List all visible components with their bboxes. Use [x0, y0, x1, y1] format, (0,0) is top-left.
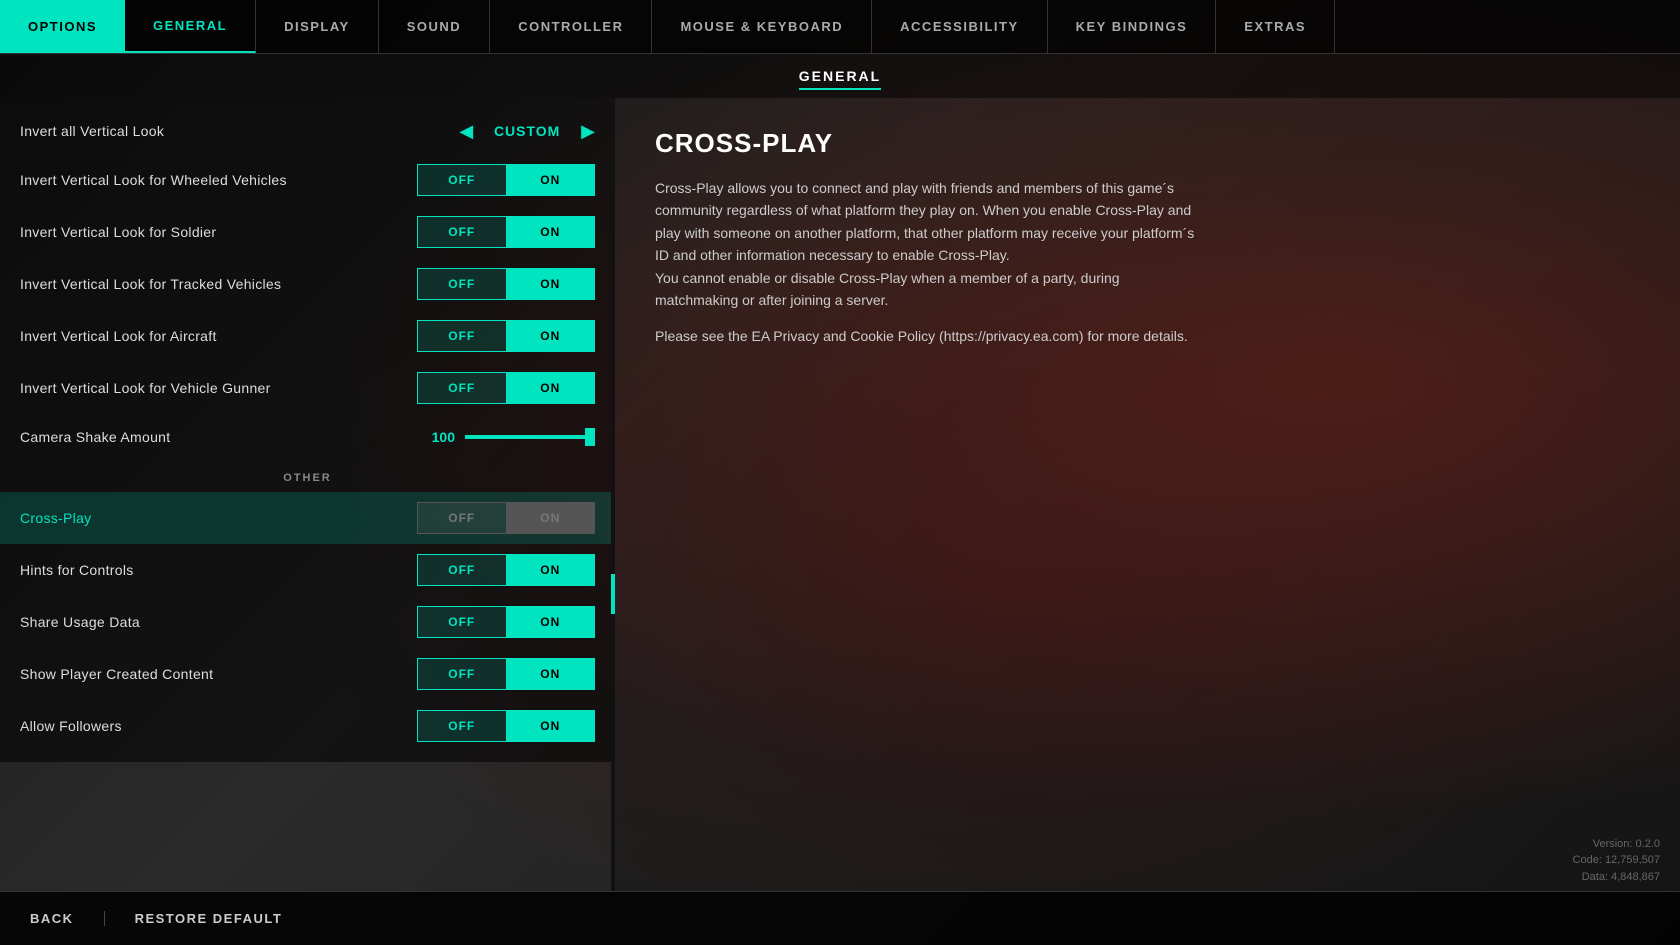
usage-on[interactable]: ON	[507, 607, 595, 637]
tab-options[interactable]: OPTIONS	[0, 0, 125, 53]
version-info: Version: 0.2.0 Code: 12,759,507 Data: 4,…	[1573, 836, 1660, 886]
back-button[interactable]: BACK	[30, 911, 105, 926]
invert-all-row[interactable]: Invert all Vertical Look ◀ CUSTOM ▶	[0, 108, 615, 154]
followers-off[interactable]: OFF	[418, 711, 507, 741]
content-label: Show Player Created Content	[20, 666, 213, 682]
settings-panel: Invert all Vertical Look ◀ CUSTOM ▶ Inve…	[0, 98, 615, 762]
usage-toggle[interactable]: OFF ON	[417, 606, 595, 638]
content-on[interactable]: ON	[507, 659, 595, 689]
setting-row-crossplay[interactable]: Cross-Play OFF ON	[0, 492, 615, 544]
followers-on[interactable]: ON	[507, 711, 595, 741]
other-section-divider: OTHER	[0, 460, 615, 492]
tracked-toggle[interactable]: OFF ON	[417, 268, 595, 300]
slider-fill	[465, 435, 595, 439]
aircraft-on[interactable]: ON	[507, 321, 595, 351]
slider-thumb[interactable]	[585, 428, 595, 446]
tab-display[interactable]: DISPLAY	[256, 0, 379, 53]
restore-default-button[interactable]: RESTORE DEFAULT	[135, 911, 313, 926]
setting-row-tracked[interactable]: Invert Vertical Look for Tracked Vehicle…	[0, 258, 615, 310]
wheeled-off[interactable]: OFF	[418, 165, 507, 195]
tab-controller[interactable]: CONTROLLER	[490, 0, 652, 53]
content-off[interactable]: OFF	[418, 659, 507, 689]
setting-row-wheeled[interactable]: Invert Vertical Look for Wheeled Vehicle…	[0, 154, 615, 206]
soldier-off[interactable]: OFF	[418, 217, 507, 247]
wheeled-label: Invert Vertical Look for Wheeled Vehicle…	[20, 172, 287, 188]
custom-selector: ◀ CUSTOM ▶	[459, 121, 595, 142]
followers-label: Allow Followers	[20, 718, 122, 734]
info-text: Cross-Play allows you to connect and pla…	[655, 177, 1195, 348]
camera-shake-row[interactable]: Camera Shake Amount 100	[0, 414, 615, 460]
content-toggle[interactable]: OFF ON	[417, 658, 595, 690]
tab-sound[interactable]: SOUND	[379, 0, 490, 53]
scroll-thumb	[611, 574, 615, 614]
tracked-on[interactable]: ON	[507, 269, 595, 299]
custom-value: CUSTOM	[487, 123, 567, 139]
aircraft-toggle[interactable]: OFF ON	[417, 320, 595, 352]
info-paragraph-2: Please see the EA Privacy and Cookie Pol…	[655, 325, 1195, 347]
camera-shake-label: Camera Shake Amount	[20, 429, 170, 445]
hints-label: Hints for Controls	[20, 562, 134, 578]
setting-row-soldier[interactable]: Invert Vertical Look for Soldier OFF ON	[0, 206, 615, 258]
setting-row-usage[interactable]: Share Usage Data OFF ON	[0, 596, 615, 648]
hints-on[interactable]: ON	[507, 555, 595, 585]
tab-general[interactable]: GENERAL	[125, 0, 256, 53]
scroll-indicator	[611, 98, 615, 891]
version-line3: Data: 4,848,867	[1573, 869, 1660, 886]
crossplay-toggle[interactable]: OFF ON	[417, 502, 595, 534]
aircraft-off[interactable]: OFF	[418, 321, 507, 351]
hints-off[interactable]: OFF	[418, 555, 507, 585]
tracked-label: Invert Vertical Look for Tracked Vehicle…	[20, 276, 281, 292]
hints-toggle[interactable]: OFF ON	[417, 554, 595, 586]
info-title: CROSS-PLAY	[655, 128, 1640, 159]
usage-label: Share Usage Data	[20, 614, 140, 630]
gunner-on[interactable]: ON	[507, 373, 595, 403]
gunner-off[interactable]: OFF	[418, 373, 507, 403]
gunner-label: Invert Vertical Look for Vehicle Gunner	[20, 380, 271, 396]
soldier-label: Invert Vertical Look for Soldier	[20, 224, 216, 240]
top-navigation: OPTIONS GENERAL DISPLAY SOUND CONTROLLER…	[0, 0, 1680, 54]
setting-row-gunner[interactable]: Invert Vertical Look for Vehicle Gunner …	[0, 362, 615, 414]
crossplay-on[interactable]: ON	[507, 503, 595, 533]
version-line1: Version: 0.2.0	[1573, 836, 1660, 853]
main-layout: Invert all Vertical Look ◀ CUSTOM ▶ Inve…	[0, 98, 1680, 891]
setting-row-hints[interactable]: Hints for Controls OFF ON	[0, 544, 615, 596]
aircraft-label: Invert Vertical Look for Aircraft	[20, 328, 217, 344]
version-line2: Code: 12,759,507	[1573, 852, 1660, 869]
wheeled-toggle[interactable]: OFF ON	[417, 164, 595, 196]
left-panel-wrapper: Invert all Vertical Look ◀ CUSTOM ▶ Inve…	[0, 98, 615, 891]
crossplay-label: Cross-Play	[20, 510, 91, 526]
setting-row-content[interactable]: Show Player Created Content OFF ON	[0, 648, 615, 700]
tab-extras[interactable]: EXTRAS	[1216, 0, 1335, 53]
camera-shake-slider-container: 100	[415, 429, 595, 445]
tab-key-bindings[interactable]: KEY BINDINGS	[1048, 0, 1217, 53]
info-panel: CROSS-PLAY Cross-Play allows you to conn…	[615, 98, 1680, 891]
crossplay-off[interactable]: OFF	[418, 503, 507, 533]
soldier-on[interactable]: ON	[507, 217, 595, 247]
section-heading: GENERAL	[0, 54, 1680, 98]
tracked-off[interactable]: OFF	[418, 269, 507, 299]
usage-off[interactable]: OFF	[418, 607, 507, 637]
tab-mouse-keyboard[interactable]: MOUSE & KEYBOARD	[652, 0, 872, 53]
info-paragraph-1: Cross-Play allows you to connect and pla…	[655, 177, 1195, 311]
wheeled-on[interactable]: ON	[507, 165, 595, 195]
bottom-bar: BACK RESTORE DEFAULT	[0, 891, 1680, 945]
camera-shake-value: 100	[415, 429, 455, 445]
right-arrow-icon[interactable]: ▶	[581, 121, 595, 142]
left-arrow-icon[interactable]: ◀	[459, 121, 473, 142]
tab-accessibility[interactable]: ACCESSIBILITY	[872, 0, 1047, 53]
setting-row-aircraft[interactable]: Invert Vertical Look for Aircraft OFF ON	[0, 310, 615, 362]
soldier-toggle[interactable]: OFF ON	[417, 216, 595, 248]
followers-toggle[interactable]: OFF ON	[417, 710, 595, 742]
setting-row-followers[interactable]: Allow Followers OFF ON	[0, 700, 615, 752]
gunner-toggle[interactable]: OFF ON	[417, 372, 595, 404]
camera-shake-track[interactable]	[465, 435, 595, 439]
invert-all-label: Invert all Vertical Look	[20, 123, 164, 139]
